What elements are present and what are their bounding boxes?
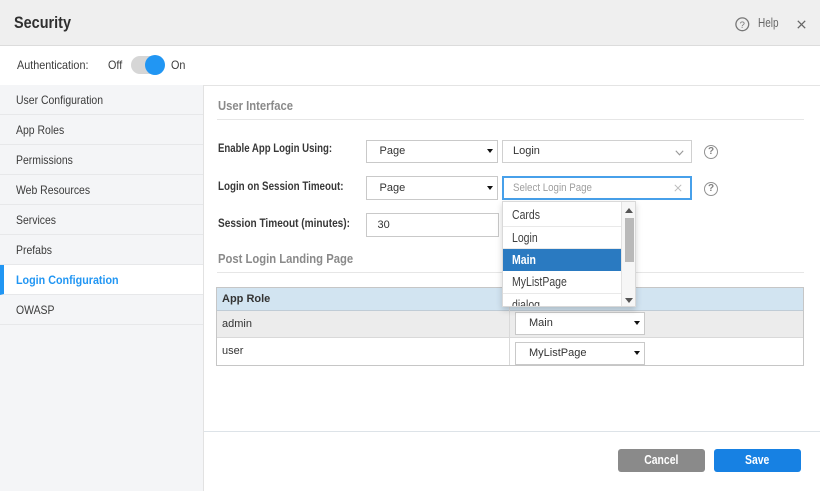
- svg-text:?: ?: [739, 19, 744, 30]
